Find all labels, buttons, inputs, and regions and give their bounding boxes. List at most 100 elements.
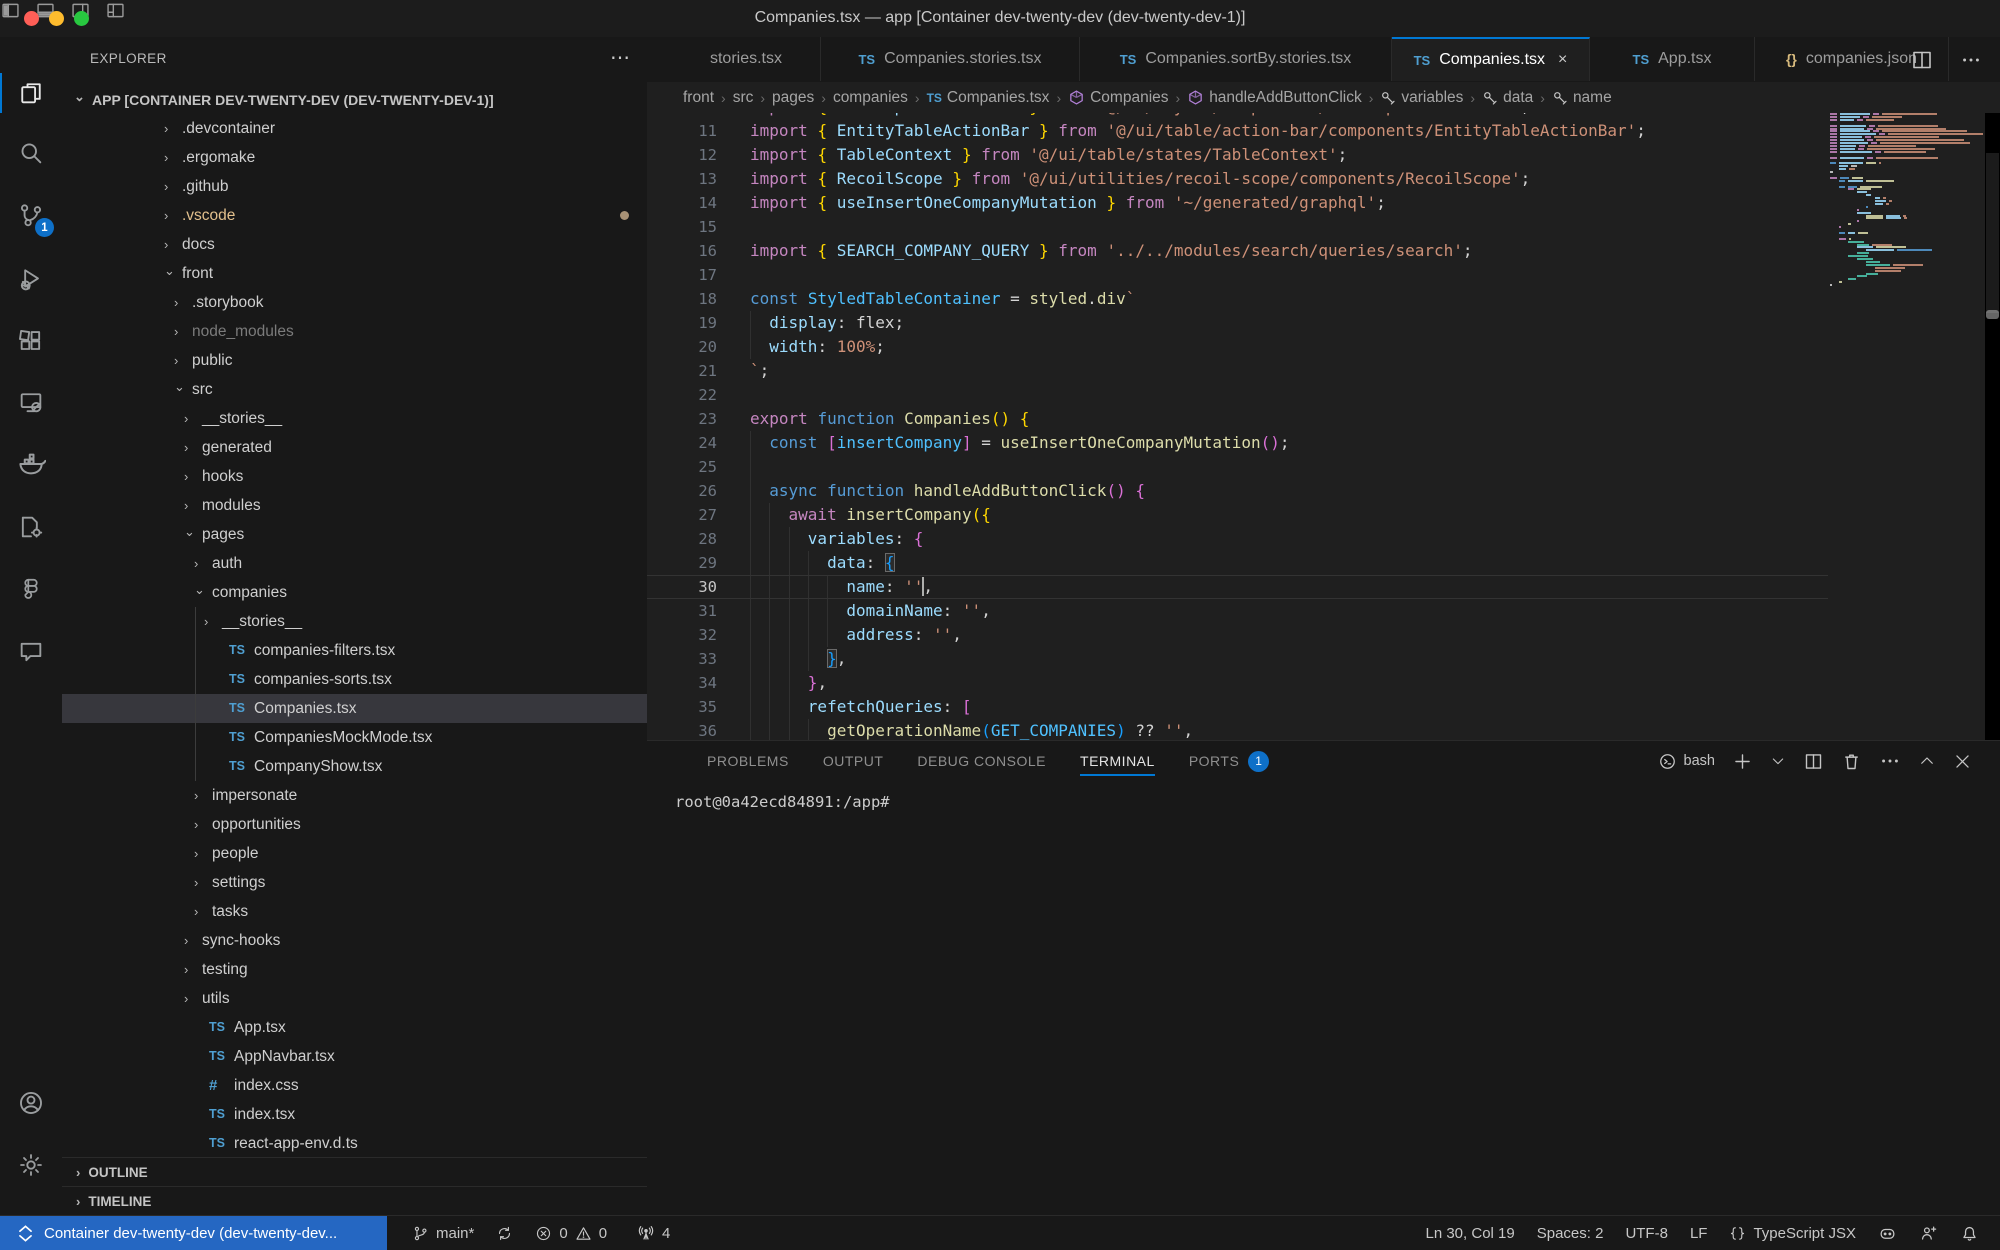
problems-status[interactable]: 00 (524, 1216, 618, 1250)
minimap[interactable] (1828, 113, 1985, 740)
panel-tab-terminal[interactable]: TERMINAL (1080, 741, 1155, 781)
breadcrumb-item-companies[interactable]: Companies (1068, 89, 1168, 107)
plus-icon[interactable] (1732, 751, 1753, 772)
status-feedback[interactable] (1908, 1216, 1949, 1250)
tree-item-auth[interactable]: auth (62, 549, 647, 578)
tree-item-react-app-env-d-ts[interactable]: TSreact-app-env.d.ts (62, 1129, 647, 1158)
code-line-14[interactable]: 14import { useInsertOneCompanyMutation }… (647, 191, 1828, 215)
tree-item-hooks[interactable]: hooks (62, 462, 647, 491)
tree-item-testing[interactable]: testing (62, 955, 647, 984)
code-line-17[interactable]: 17 (647, 263, 1828, 287)
tree-item-src[interactable]: src (62, 375, 647, 404)
breadcrumb-item-companies-tsx[interactable]: TSCompanies.tsx (927, 89, 1050, 107)
section-outline[interactable]: OUTLINE (62, 1157, 647, 1187)
trash-icon[interactable] (1841, 751, 1862, 772)
tree-item-companiesmockmode-tsx[interactable]: TSCompaniesMockMode.tsx (62, 723, 647, 752)
code-line-19[interactable]: 19 display: flex; (647, 311, 1828, 335)
activity-accounts[interactable] (0, 1079, 62, 1127)
tree-item--ergomake[interactable]: .ergomake (62, 143, 647, 172)
code-line-23[interactable]: 23export function Companies() { (647, 407, 1828, 431)
activity-comments[interactable] (0, 628, 62, 676)
code-line-21[interactable]: 21`; (647, 359, 1828, 383)
tree-item-modules[interactable]: modules (62, 491, 647, 520)
tree-item-pages[interactable]: pages (62, 520, 647, 549)
remote-indicator[interactable]: Container dev-twenty-dev (dev-twenty-dev… (0, 1216, 387, 1250)
tree-item--vscode[interactable]: .vscode (62, 201, 647, 230)
tab-stories-tsx[interactable]: stories.tsx (647, 37, 821, 81)
code-line-24[interactable]: 24 const [insertCompany] = useInsertOneC… (647, 431, 1828, 455)
code-line-32[interactable]: 32 address: '', (647, 623, 1828, 647)
close-icon[interactable] (1953, 752, 1972, 771)
window-close-button[interactable] (24, 11, 39, 26)
code-line-28[interactable]: 28 variables: { (647, 527, 1828, 551)
shell-selector[interactable]: bash (1658, 752, 1715, 771)
code-line-18[interactable]: 18const StyledTableContainer = styled.di… (647, 287, 1828, 311)
activity-figma[interactable] (0, 565, 62, 613)
tree-item--storybook[interactable]: .storybook (62, 288, 647, 317)
sync-button[interactable] (485, 1216, 524, 1250)
tree-item-generated[interactable]: generated (62, 433, 647, 462)
status-copilot[interactable] (1867, 1216, 1908, 1250)
activity-extensions[interactable] (0, 318, 62, 366)
code-line-27[interactable]: 27 await insertCompany({ (647, 503, 1828, 527)
code-line-33[interactable]: 33 }, (647, 647, 1828, 671)
code-line-30[interactable]: 30 name: '', (647, 575, 1828, 599)
tree-item-index-css[interactable]: #index.css (62, 1071, 647, 1100)
tree-item-app-tsx[interactable]: TSApp.tsx (62, 1013, 647, 1042)
panel-tab-debug-console[interactable]: DEBUG CONSOLE (917, 741, 1046, 781)
tree-item-companies[interactable]: companies (62, 578, 647, 607)
window-minimize-button[interactable] (49, 11, 64, 26)
tree-item-companies-sorts-tsx[interactable]: TScompanies-sorts.tsx (62, 665, 647, 694)
panel-tab-ports[interactable]: PORTS1 (1189, 741, 1269, 781)
breadcrumb-item-variables[interactable]: variables (1380, 89, 1463, 107)
tree-item-docs[interactable]: docs (62, 230, 647, 259)
code-line-15[interactable]: 15 (647, 215, 1828, 239)
tree-item-settings[interactable]: settings (62, 868, 647, 897)
breadcrumb-item-src[interactable]: src (733, 89, 754, 107)
breadcrumb-item-handleaddbuttonclick[interactable]: handleAddButtonClick (1187, 89, 1362, 107)
tree-item-companyshow-tsx[interactable]: TSCompanyShow.tsx (62, 752, 647, 781)
status-cursor-position[interactable]: Ln 30, Col 19 (1414, 1216, 1525, 1250)
code-line-13[interactable]: 13import { RecoilScope } from '@/ui/util… (647, 167, 1828, 191)
tree-item--github[interactable]: .github (62, 172, 647, 201)
breadcrumb-item-name[interactable]: name (1552, 89, 1612, 107)
code-line-12[interactable]: 12import { TableContext } from '@/ui/tab… (647, 143, 1828, 167)
activity-search[interactable] (0, 129, 62, 177)
tree-item-node-modules[interactable]: node_modules (62, 317, 647, 346)
activity-docker[interactable] (0, 440, 62, 488)
code-line-29[interactable]: 29 data: { (647, 551, 1828, 575)
split-panel-icon[interactable] (1803, 751, 1824, 772)
status-notifications[interactable] (1949, 1216, 1990, 1250)
breadcrumb-item-data[interactable]: data (1482, 89, 1533, 107)
workspace-section-header[interactable]: APP [CONTAINER DEV-TWENTY-DEV (DEV-TWENT… (62, 88, 647, 114)
more-icon[interactable] (1879, 750, 1901, 772)
tree-item-impersonate[interactable]: impersonate (62, 781, 647, 810)
code-line-35[interactable]: 35 refetchQueries: [ (647, 695, 1828, 719)
tree-item--stories-[interactable]: __stories__ (62, 607, 647, 636)
tree-item-opportunities[interactable]: opportunities (62, 810, 647, 839)
tab-companies-sortby-stories-tsx[interactable]: TSCompanies.sortBy.stories.tsx (1080, 37, 1392, 81)
editor-scrollbar[interactable] (1985, 113, 2000, 740)
tab-companies-stories-tsx[interactable]: TSCompanies.stories.tsx (821, 37, 1080, 81)
chevron-up-icon[interactable] (1918, 752, 1936, 770)
status-encoding[interactable]: UTF-8 (1614, 1216, 1679, 1250)
forwarded-ports[interactable]: 4 (626, 1216, 681, 1250)
chevron-down-icon[interactable] (1770, 753, 1786, 769)
terminal-prompt[interactable]: root@0a42ecd84891:/app# (675, 793, 890, 811)
activity-source-control[interactable]: 1 (0, 191, 62, 239)
branch-status[interactable]: main* (401, 1216, 485, 1250)
code-editor[interactable]: 10import { WithTopBarContainer } from '@… (647, 113, 1828, 740)
tree-item-public[interactable]: public (62, 346, 647, 375)
code-line-31[interactable]: 31 domainName: '', (647, 599, 1828, 623)
tree-item--stories-[interactable]: __stories__ (62, 404, 647, 433)
tab-companies-tsx[interactable]: TSCompanies.tsx× (1392, 37, 1590, 81)
more-icon[interactable] (1960, 48, 1982, 72)
code-line-11[interactable]: 11import { EntityTableActionBar } from '… (647, 119, 1828, 143)
section-timeline[interactable]: TIMELINE (62, 1186, 647, 1215)
breadcrumb-item-pages[interactable]: pages (772, 89, 814, 107)
close-icon[interactable]: × (1558, 51, 1567, 69)
tree-item-tasks[interactable]: tasks (62, 897, 647, 926)
breadcrumb-item-companies[interactable]: companies (833, 89, 908, 107)
status-eol[interactable]: LF (1679, 1216, 1719, 1250)
code-line-22[interactable]: 22 (647, 383, 1828, 407)
